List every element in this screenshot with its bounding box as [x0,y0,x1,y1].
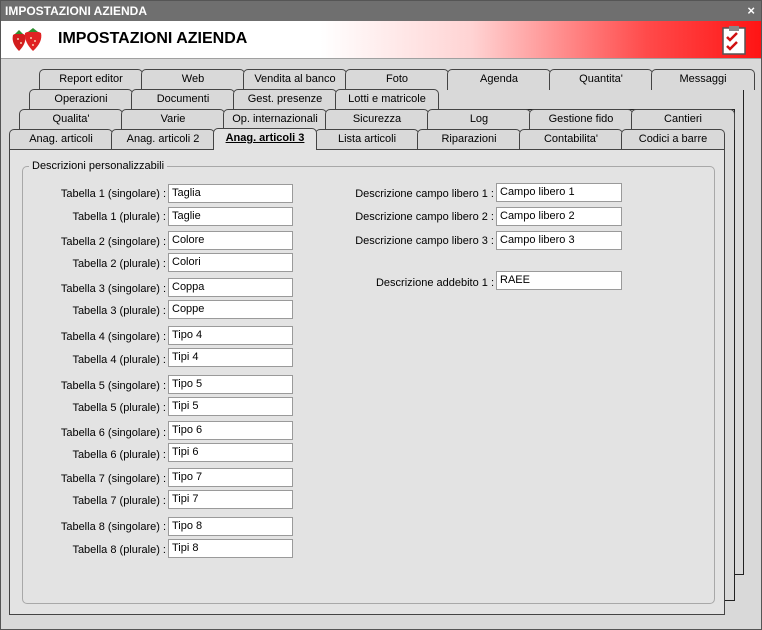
table-field[interactable]: Tipo 8 [168,517,293,536]
tab-cantieri[interactable]: Cantieri [631,109,735,130]
charge-label: Descrizione addebito 1 : [375,277,494,289]
tab-qualita[interactable]: Qualita' [19,109,123,130]
table-label: Tabella 5 (singolare) : [60,380,166,392]
tab-log[interactable]: Log [427,109,531,130]
table-field[interactable]: Tipi 4 [168,348,293,367]
table-field[interactable]: Tipo 7 [168,468,293,487]
tab-web[interactable]: Web [141,69,245,90]
tab-sicurezza[interactable]: Sicurezza [325,109,429,130]
tab-lista-articoli[interactable]: Lista articoli [315,129,419,150]
tab-gest-presenze[interactable]: Gest. presenze [233,89,337,110]
table-field[interactable]: Tipi 8 [168,539,293,558]
strawberry-icon [12,28,42,51]
tab-varie[interactable]: Varie [121,109,225,130]
table-label: Tabella 3 (singolare) : [60,283,166,295]
window-title: IMPOSTAZIONI AZIENDA [5,4,147,18]
free-field-label: Descrizione campo libero 3 : [355,235,494,247]
table-label: Tabella 6 (plurale) : [72,449,166,461]
tab-report-editor[interactable]: Report editor [39,69,143,90]
tab-anag-articoli-2[interactable]: Anag. articoli 2 [111,129,215,150]
table-field[interactable]: Tipo 5 [168,375,293,394]
table-field[interactable]: Tipo 6 [168,421,293,440]
tab-quantita[interactable]: Quantita' [549,69,653,90]
tab-panel: Descrizioni personalizzabili Tabella 1 (… [9,149,725,615]
table-field[interactable]: Tipi 5 [168,397,293,416]
group-legend: Descrizioni personalizzabili [29,160,168,172]
header-title: IMPOSTAZIONI AZIENDA [58,30,248,47]
table-label: Tabella 2 (plurale) : [72,258,166,270]
table-field[interactable]: Tipo 4 [168,326,293,345]
checklist-icon [722,26,746,55]
table-label: Tabella 3 (plurale) : [72,305,166,317]
tab-vendita-al-banco[interactable]: Vendita al banco [243,69,347,90]
header-banner: IMPOSTAZIONI AZIENDA [1,21,761,59]
free-field-label: Descrizione campo libero 1 : [355,188,494,200]
table-label: Tabella 7 (plurale) : [72,495,166,507]
table-field[interactable]: Taglia [168,184,293,203]
tab-riparazioni[interactable]: Riparazioni [417,129,521,150]
free-field-input[interactable]: Campo libero 2 [496,207,622,226]
tab-agenda[interactable]: Agenda [447,69,551,90]
tab-anag-articoli[interactable]: Anag. articoli [9,129,113,150]
table-field[interactable]: Colore [168,231,293,250]
table-label: Tabella 4 (plurale) : [72,354,166,366]
tab-foto[interactable]: Foto [345,69,449,90]
table-field[interactable]: Coppa [168,278,293,297]
table-field[interactable]: Tipi 7 [168,490,293,509]
free-field-input[interactable]: Campo libero 1 [496,183,622,202]
tab-operazioni[interactable]: Operazioni [29,89,133,110]
table-field[interactable]: Colori [168,253,293,272]
table-label: Tabella 8 (plurale) : [72,544,166,556]
close-icon[interactable]: × [747,1,755,21]
settings-window: IMPOSTAZIONI AZIENDA × IMPOSTAZIONI AZIE… [0,0,762,630]
tab-contabilita[interactable]: Contabilita' [519,129,623,150]
tab-gestione-fido[interactable]: Gestione fido [529,109,633,130]
table-label: Tabella 7 (singolare) : [60,473,166,485]
free-field-label: Descrizione campo libero 2 : [355,211,494,223]
table-label: Tabella 8 (singolare) : [60,521,166,533]
table-field[interactable]: Tipi 6 [168,443,293,462]
tab-documenti[interactable]: Documenti [131,89,235,110]
title-bar: IMPOSTAZIONI AZIENDA × [1,1,761,21]
tab-anag-articoli-3[interactable]: Anag. articoli 3 [213,128,317,150]
table-label: Tabella 2 (singolare) : [60,236,166,248]
free-field-input[interactable]: Campo libero 3 [496,231,622,250]
tab-codici-a-barre[interactable]: Codici a barre [621,129,725,150]
tab-lotti-e-matricole[interactable]: Lotti e matricole [335,89,439,110]
tab-op-internazionali[interactable]: Op. internazionali [223,109,327,130]
table-field[interactable]: Taglie [168,207,293,226]
table-field[interactable]: Coppe [168,300,293,319]
table-label: Tabella 5 (plurale) : [72,402,166,414]
charge-input[interactable]: RAEE [496,271,622,290]
table-label: Tabella 1 (plurale) : [72,211,166,223]
table-label: Tabella 4 (singolare) : [60,331,166,343]
table-label: Tabella 1 (singolare) : [60,188,166,200]
table-label: Tabella 6 (singolare) : [60,427,166,439]
tab-messaggi[interactable]: Messaggi [651,69,755,90]
